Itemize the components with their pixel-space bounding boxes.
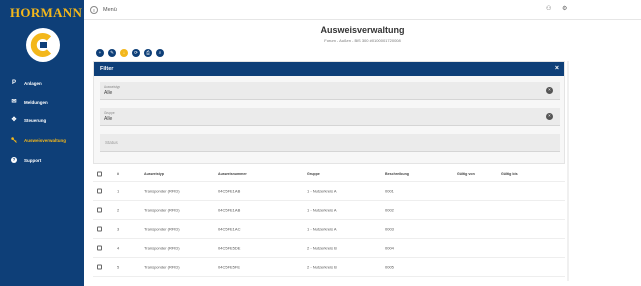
- status-placeholder: Status: [105, 140, 118, 145]
- field-value: Alle: [104, 116, 113, 122]
- card-description: 0003: [385, 226, 394, 232]
- add-icon[interactable]: +: [96, 49, 104, 57]
- field-label: Ausweistyp: [104, 85, 121, 89]
- card-type: Transponder (RFID): [144, 264, 180, 270]
- table-row[interactable]: 2 Transponder (RFID) 04C5FE1AB 1 - Nutze…: [93, 201, 565, 220]
- settings-icon[interactable]: ⚙: [562, 6, 567, 12]
- column-header[interactable]: Beschreibung: [385, 172, 409, 176]
- column-header[interactable]: Gültig bis: [501, 172, 518, 176]
- brand-emblem: [26, 28, 60, 62]
- sidebar-item-anlagen[interactable]: P Anlagen: [0, 73, 84, 93]
- table-row[interactable]: 4 Transponder (RFID) 04C5FE5DE 2 - Nutze…: [93, 239, 565, 258]
- hormann-logo: HORMANN: [10, 5, 83, 20]
- sidebar-item-label: Meldungen: [24, 99, 48, 105]
- row-index: 1: [117, 188, 120, 194]
- gruppe-select[interactable]: Gruppe Alle ×: [100, 108, 560, 126]
- column-header[interactable]: Gültig von: [457, 172, 475, 176]
- card-number: 04C5FE5DE: [218, 245, 241, 251]
- table-row[interactable]: 1 Transponder (RFID) 04C5FE1AB 1 - Nutze…: [93, 182, 565, 201]
- table-row[interactable]: 3 Transponder (RFID) 04C5FE1AC 1 - Nutze…: [93, 220, 565, 239]
- card-type: Transponder (RFID): [144, 245, 180, 251]
- card-group: 1 - Nutzerkreis A: [307, 188, 337, 194]
- sidebar-item-label: Anlagen: [24, 80, 42, 86]
- sidebar-item-label: Support: [24, 157, 42, 163]
- row-checkbox[interactable]: [97, 245, 102, 251]
- row-checkbox[interactable]: [97, 207, 102, 213]
- download-icon[interactable]: ↓: [120, 49, 128, 57]
- page-subtitle: Forum - Außen - BiS 300 #0100001720008: [324, 38, 401, 43]
- filter-title: Filter: [100, 66, 114, 72]
- row-index: 5: [117, 264, 120, 270]
- scrollbar[interactable]: [567, 61, 569, 281]
- menu-button[interactable]: ≡ Menü: [90, 6, 117, 14]
- menu-label: Menü: [103, 7, 117, 13]
- row-checkbox[interactable]: [97, 226, 102, 232]
- card-table: # Ausweistyp Ausweisnummer Gruppe Beschr…: [93, 167, 565, 277]
- sidebar-item-steuerung[interactable]: ✥ Steuerung: [0, 110, 84, 130]
- select-all-checkbox[interactable]: [97, 171, 102, 177]
- clear-icon[interactable]: ×: [546, 113, 553, 120]
- column-header[interactable]: Gruppe: [307, 172, 320, 176]
- edit-icon[interactable]: ✎: [108, 49, 116, 57]
- menu-icon: ≡: [90, 6, 98, 14]
- card-number: 04C5FE1AB: [218, 207, 241, 213]
- sidebar-item-ausweisverwaltung[interactable]: Ausweisverwaltung: [0, 130, 84, 150]
- user-icon[interactable]: ⚇: [546, 6, 551, 12]
- sidebar: HORMANN P Anlagen ✉ Meldungen ✥ Steuerun…: [0, 0, 84, 286]
- top-bar: ≡ Menü ⚇ ⚙: [84, 0, 641, 20]
- row-checkbox[interactable]: [97, 188, 102, 194]
- card-description: 0002: [385, 207, 394, 213]
- card-type: Transponder (RFID): [144, 188, 180, 194]
- row-index: 2: [117, 207, 120, 213]
- help-icon: ?: [11, 156, 17, 163]
- card-description: 0001: [385, 188, 394, 194]
- sidebar-item-meldungen[interactable]: ✉ Meldungen: [0, 92, 84, 112]
- row-index: 3: [117, 226, 120, 232]
- card-type: Transponder (RFID): [144, 226, 180, 232]
- messages-icon: ✉: [11, 99, 17, 105]
- print-icon[interactable]: ⎙: [144, 49, 152, 57]
- sidebar-item-support[interactable]: ? Support: [0, 150, 84, 170]
- ausweistyp-select[interactable]: Ausweistyp Alle ×: [100, 82, 560, 100]
- card-group: 2 - Nutzerkreis B: [307, 264, 337, 270]
- control-icon: ✥: [11, 117, 17, 123]
- sidebar-item-label: Ausweisverwaltung: [24, 137, 67, 143]
- filter-panel: Filter × Ausweistyp Alle × Gruppe Alle ×…: [93, 61, 565, 164]
- table-header: # Ausweistyp Ausweisnummer Gruppe Beschr…: [93, 167, 565, 182]
- column-header[interactable]: Ausweisnummer: [218, 172, 247, 176]
- card-description: 0004: [385, 245, 394, 251]
- field-value: Alle: [104, 90, 113, 96]
- card-group: 1 - Nutzerkreis A: [307, 226, 337, 232]
- page-title: Ausweisverwaltung: [320, 25, 405, 35]
- sidebar-item-label: Steuerung: [24, 117, 47, 123]
- brand-c-icon: [30, 33, 52, 57]
- card-description: 0005: [385, 264, 394, 270]
- card-number: 04C5FE1AB: [218, 188, 241, 194]
- status-select[interactable]: Status: [100, 134, 560, 152]
- card-type: Transponder (RFID): [144, 207, 180, 213]
- location-pin-icon: P: [11, 80, 16, 86]
- card-group: 1 - Nutzerkreis A: [307, 207, 337, 213]
- search-icon[interactable]: ⌕: [156, 49, 164, 57]
- close-icon[interactable]: ×: [555, 65, 559, 72]
- column-header[interactable]: #: [117, 172, 119, 176]
- clear-icon[interactable]: ×: [546, 87, 553, 94]
- row-index: 4: [117, 245, 120, 251]
- card-group: 2 - Nutzerkreis B: [307, 245, 337, 251]
- card-number: 04C5FE1AC: [218, 226, 241, 232]
- refresh-icon[interactable]: ⟳: [132, 49, 140, 57]
- column-header[interactable]: Ausweistyp: [144, 172, 164, 176]
- app-root: HORMANN P Anlagen ✉ Meldungen ✥ Steuerun…: [0, 0, 641, 286]
- row-checkbox[interactable]: [97, 264, 102, 270]
- filter-header: Filter ×: [94, 62, 564, 76]
- card-number: 04C5FE5FE: [218, 264, 241, 270]
- table-row[interactable]: 5 Transponder (RFID) 04C5FE5FE 2 - Nutze…: [93, 258, 565, 277]
- action-toolbar: + ✎ ↓ ⟳ ⎙ ⌕: [96, 49, 164, 57]
- key-icon: [11, 137, 17, 143]
- field-label: Gruppe: [104, 111, 115, 115]
